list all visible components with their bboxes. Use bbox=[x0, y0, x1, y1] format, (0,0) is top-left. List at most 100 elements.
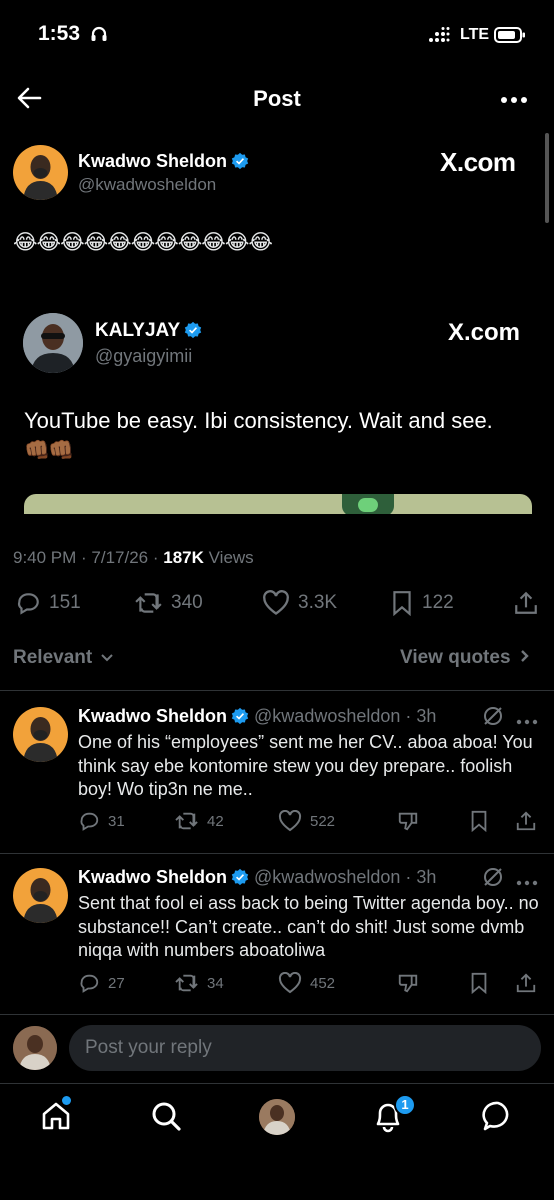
post-author-handle[interactable]: @kwadwosheldon bbox=[78, 175, 216, 195]
scrollbar[interactable] bbox=[545, 133, 549, 223]
post-author[interactable]: Kwadwo Sheldon bbox=[78, 151, 249, 172]
quoted-author-name[interactable]: KALYJAY bbox=[95, 320, 180, 341]
reply-text: One of his “employees” sent me her CV.. … bbox=[78, 732, 533, 799]
bottom-nav: 1 bbox=[0, 1084, 554, 1200]
reply-button[interactable]: 27 bbox=[78, 972, 125, 994]
reply-age: 3h bbox=[416, 867, 437, 887]
search-icon bbox=[152, 1102, 181, 1131]
bookmark-button[interactable]: 122 bbox=[390, 590, 454, 616]
repost-icon bbox=[175, 812, 198, 830]
repost-button[interactable]: 34 bbox=[175, 972, 224, 994]
like-button[interactable]: 522 bbox=[278, 810, 335, 832]
reply-item[interactable]: Kwadwo Sheldon @kwadwosheldon · 3h One o… bbox=[0, 691, 554, 853]
more-options-icon[interactable] bbox=[516, 873, 538, 891]
reply-text: Sent that fool ei ass back to being Twit… bbox=[78, 893, 539, 960]
nav-home[interactable] bbox=[40, 1096, 72, 1137]
reply-input[interactable] bbox=[85, 1025, 525, 1071]
sort-dropdown[interactable]: Relevant bbox=[13, 647, 114, 669]
dislike-button[interactable] bbox=[396, 972, 420, 994]
share-icon bbox=[515, 591, 537, 614]
nav-grok-avatar[interactable] bbox=[259, 1099, 295, 1135]
post-author-name[interactable]: Kwadwo Sheldon bbox=[78, 151, 227, 171]
bookmark-button[interactable] bbox=[469, 810, 489, 832]
reply-button[interactable]: 31 bbox=[78, 810, 125, 832]
share-icon bbox=[516, 811, 536, 831]
battery-icon bbox=[494, 26, 526, 49]
reply-author-name[interactable]: Kwadwo Sheldon bbox=[78, 867, 227, 887]
share-icon bbox=[516, 973, 536, 993]
dislike-button[interactable] bbox=[396, 810, 420, 832]
post-time: 9:40 PM bbox=[13, 548, 77, 567]
quoted-emoji: 👊🏾👊🏾 bbox=[24, 439, 74, 462]
reply-icon bbox=[80, 974, 99, 993]
view-quotes-link[interactable]: View quotes bbox=[400, 647, 530, 669]
reply-header: Kwadwo Sheldon @kwadwosheldon · 3h bbox=[78, 867, 437, 887]
quoted-avatar[interactable] bbox=[23, 313, 83, 373]
share-button[interactable] bbox=[515, 810, 537, 832]
chevron-right-icon bbox=[520, 650, 529, 662]
reply-count: 151 bbox=[49, 592, 81, 613]
verified-badge-icon bbox=[231, 707, 249, 725]
nav-search[interactable] bbox=[150, 1100, 182, 1137]
views-count: 187K bbox=[163, 548, 204, 567]
reply-button[interactable]: 151 bbox=[15, 590, 81, 616]
reply-author-handle[interactable]: @kwadwosheldon bbox=[254, 706, 400, 726]
avatar[interactable] bbox=[13, 868, 68, 923]
like-button[interactable]: 452 bbox=[278, 972, 335, 994]
bookmark-icon bbox=[393, 591, 411, 616]
thumbs-down-icon bbox=[398, 974, 418, 993]
repost-icon bbox=[135, 593, 162, 613]
nav-messages[interactable] bbox=[482, 1100, 514, 1137]
verified-badge-icon bbox=[185, 321, 202, 339]
chevron-down-icon bbox=[101, 654, 114, 662]
post-meta: 9:40 PM · 7/17/26 · 187K Views bbox=[13, 548, 254, 567]
view-quotes-label: View quotes bbox=[400, 647, 511, 668]
repost-button[interactable]: 42 bbox=[175, 810, 224, 832]
like-count: 522 bbox=[310, 812, 336, 830]
grok-icon[interactable] bbox=[482, 705, 504, 732]
repost-button[interactable]: 340 bbox=[135, 590, 203, 616]
repost-count: 34 bbox=[207, 974, 224, 992]
heart-icon bbox=[278, 972, 302, 994]
bookmark-icon bbox=[471, 810, 487, 832]
like-count: 3.3K bbox=[298, 592, 338, 613]
avatar[interactable] bbox=[13, 145, 68, 200]
bookmark-button[interactable] bbox=[469, 972, 489, 994]
grok-icon[interactable] bbox=[482, 866, 504, 893]
reply-age: 3h bbox=[416, 706, 437, 726]
signal-icon bbox=[428, 27, 450, 48]
reply-count: 27 bbox=[108, 974, 125, 992]
current-user-avatar[interactable] bbox=[13, 1026, 57, 1070]
reply-author-handle[interactable]: @kwadwosheldon bbox=[254, 867, 400, 887]
reply-item[interactable]: Kwadwo Sheldon @kwadwosheldon · 3h Sent … bbox=[0, 854, 554, 1014]
reply-icon bbox=[17, 593, 39, 615]
divider bbox=[0, 1014, 554, 1015]
unread-dot bbox=[62, 1096, 71, 1105]
quoted-media[interactable] bbox=[24, 494, 532, 516]
more-options-icon[interactable] bbox=[500, 92, 528, 110]
reply-count: 31 bbox=[108, 812, 125, 830]
share-button[interactable] bbox=[515, 972, 537, 994]
headphones-icon bbox=[90, 25, 108, 48]
nav-notifications[interactable]: 1 bbox=[372, 1094, 416, 1139]
status-time: 1:53 bbox=[38, 22, 81, 45]
post-text: 😂😂😂😂😂😂😂😂😂😂😂 bbox=[13, 231, 273, 254]
like-count: 452 bbox=[310, 974, 336, 992]
like-button[interactable]: 3.3K bbox=[262, 590, 337, 616]
quoted-text: YouTube be easy. Ibi consistency. Wait a… bbox=[24, 408, 493, 433]
x-logo: X.com bbox=[448, 319, 521, 346]
notification-badge: 1 bbox=[394, 1094, 416, 1116]
heart-icon bbox=[278, 810, 302, 832]
views-label: Views bbox=[208, 548, 254, 567]
quoted-author-handle[interactable]: @gyaigyimii bbox=[95, 346, 192, 367]
quoted-author[interactable]: KALYJAY bbox=[95, 320, 202, 342]
avatar[interactable] bbox=[13, 707, 68, 762]
share-button[interactable] bbox=[513, 590, 539, 616]
more-options-icon[interactable] bbox=[516, 712, 538, 730]
reply-composer[interactable] bbox=[69, 1025, 541, 1071]
page-title: Post bbox=[253, 86, 301, 111]
repost-icon bbox=[175, 974, 198, 992]
reply-author-name[interactable]: Kwadwo Sheldon bbox=[78, 706, 227, 726]
repost-count: 42 bbox=[207, 812, 224, 830]
reply-icon bbox=[80, 812, 99, 831]
